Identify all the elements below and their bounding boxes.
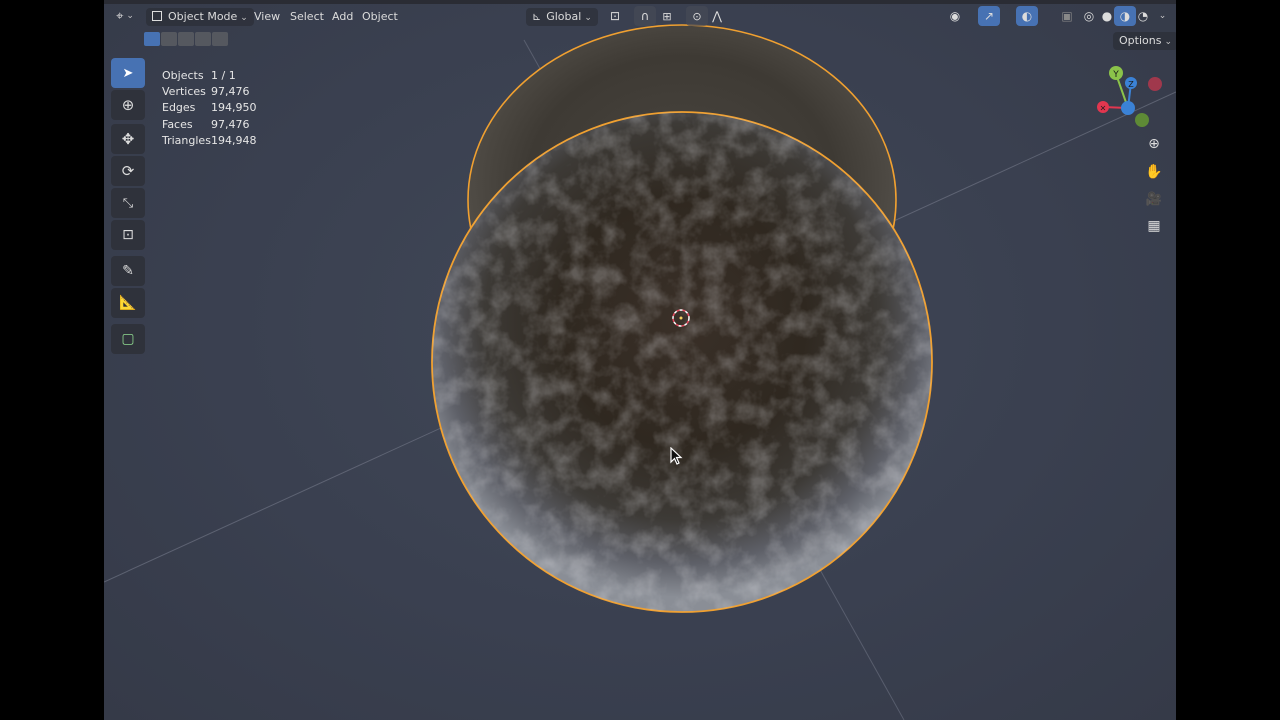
solid-icon: ●	[1101, 9, 1113, 23]
select-invert-button[interactable]	[195, 32, 211, 46]
visibility-button[interactable]: ◉	[944, 6, 966, 26]
stat-row-objects: Objects 1 / 1	[162, 69, 236, 82]
hand-icon: ✋	[1145, 164, 1163, 180]
editor-type-button[interactable]: ⌖ ⌄	[114, 6, 136, 26]
orientation-icon: ⊾	[532, 10, 542, 23]
object-mode-icon	[152, 11, 162, 21]
transform-orientation-dropdown[interactable]: ⊾ Global ⌄	[526, 8, 598, 26]
mode-label: Object Mode	[168, 10, 238, 23]
options-label: Options	[1119, 34, 1162, 47]
svg-text:Y: Y	[1112, 70, 1119, 80]
options-dropdown[interactable]: Options ⌄	[1113, 32, 1176, 50]
viewport-header: ⌖ ⌄ Object Mode ⌄ View Select Add Object ⊾…	[104, 0, 1176, 32]
ruler-icon: 📐	[119, 295, 137, 311]
gizmo-toggle[interactable]: ↗	[978, 6, 1000, 26]
tool-scale[interactable]: ⤡	[111, 188, 145, 218]
statistics-overlay: Objects 1 / 1 Vertices 97,476 Edges 194,950…	[162, 68, 257, 149]
move-icon: ✥	[121, 130, 135, 148]
falloff-icon: ⋀	[712, 9, 722, 23]
selection-mode-group	[144, 32, 228, 46]
menu-view[interactable]: View	[250, 8, 284, 26]
axis-neg-z	[1121, 101, 1135, 115]
scale-icon: ⤡	[122, 195, 134, 211]
cursor-arrow-icon: ➤	[122, 65, 134, 81]
select-intersect-button[interactable]	[212, 32, 228, 46]
stat-row-vertices: Vertices 97,476	[162, 85, 250, 99]
grid-icon: ▦	[1147, 218, 1161, 234]
editor-type-icon: ⌖	[116, 8, 124, 24]
pivot-icon: ⊡	[609, 9, 621, 23]
orientation-label: Global	[546, 10, 582, 23]
gizmo-icon: ↗	[983, 9, 995, 23]
menu-select[interactable]: Select	[286, 8, 328, 26]
overlay-toggle[interactable]: ◐	[1016, 6, 1038, 26]
transform-icon: ⊡	[122, 227, 134, 243]
zoom-button[interactable]: ⊕	[1142, 132, 1166, 156]
svg-text:Z: Z	[1128, 80, 1134, 89]
proportional-edit-toggle[interactable]: ⊙	[686, 6, 708, 26]
pencil-icon: ✎	[122, 263, 134, 279]
tool-rotate[interactable]: ⟳	[111, 156, 145, 186]
ortho-toggle-button[interactable]: ▦	[1142, 214, 1166, 238]
tool-select-box[interactable]: ➤	[111, 58, 145, 88]
snap-target-button[interactable]: ⊞	[656, 6, 678, 26]
select-extend-button[interactable]	[161, 32, 177, 46]
snap-increment-icon: ⊞	[662, 9, 672, 23]
pan-button[interactable]: ✋	[1142, 160, 1166, 184]
snap-toggle[interactable]: ∩	[634, 6, 656, 26]
chevron-down-icon: ⌄	[1158, 11, 1167, 21]
scene	[104, 24, 1176, 720]
wireframe-icon: ◎	[1083, 9, 1095, 23]
rendered-icon: ◔	[1137, 9, 1149, 23]
tool-cursor[interactable]: ⊕	[111, 90, 145, 120]
viewport[interactable]: ⌖ ⌄ Object Mode ⌄ View Select Add Object ⊾…	[104, 0, 1176, 720]
zoom-icon: ⊕	[1148, 136, 1160, 152]
tool-move[interactable]: ✥	[111, 124, 145, 154]
add-cube-icon: ▢	[121, 331, 135, 347]
navigation-gizmo[interactable]: Y Z ×	[1092, 62, 1172, 132]
overlay-icon: ◐	[1021, 9, 1033, 23]
tool-annotate[interactable]: ✎	[111, 256, 145, 286]
stat-row-triangles: Triangles 194,948	[162, 133, 257, 147]
eye-icon: ◉	[949, 9, 961, 23]
proportional-icon: ⊙	[692, 9, 702, 23]
tool-transform[interactable]: ⊡	[111, 220, 145, 250]
select-new-button[interactable]	[144, 32, 160, 46]
camera-icon: 🎥	[1145, 191, 1163, 207]
svg-text:×: ×	[1100, 104, 1107, 113]
tool-add-cube[interactable]: ▢	[111, 324, 145, 354]
mouse-cursor-icon	[670, 447, 683, 465]
falloff-button[interactable]: ⋀	[706, 6, 728, 26]
magnet-icon: ∩	[640, 9, 650, 23]
rotate-icon: ⟳	[121, 162, 135, 180]
xray-icon: ▣	[1061, 9, 1073, 23]
camera-view-button[interactable]: 🎥	[1142, 187, 1166, 211]
pivot-point-button[interactable]: ⊡	[604, 6, 626, 26]
material-preview-icon: ◑	[1119, 9, 1131, 23]
stat-row-faces: Faces 97,476	[162, 117, 250, 131]
xray-toggle[interactable]: ▣	[1056, 6, 1078, 26]
menu-object[interactable]: Object	[358, 8, 402, 26]
shading-options[interactable]: ⌄	[1150, 6, 1172, 26]
crosshair-icon: ⊕	[121, 96, 135, 114]
axis-neg-y	[1135, 113, 1149, 127]
stat-row-edges: Edges 194,950	[162, 101, 257, 115]
menu-add[interactable]: Add	[328, 8, 357, 26]
axis-neg-x	[1148, 77, 1162, 91]
mode-dropdown[interactable]: Object Mode ⌄	[146, 8, 254, 26]
select-subtract-button[interactable]	[178, 32, 194, 46]
tool-measure[interactable]: 📐	[111, 288, 145, 318]
